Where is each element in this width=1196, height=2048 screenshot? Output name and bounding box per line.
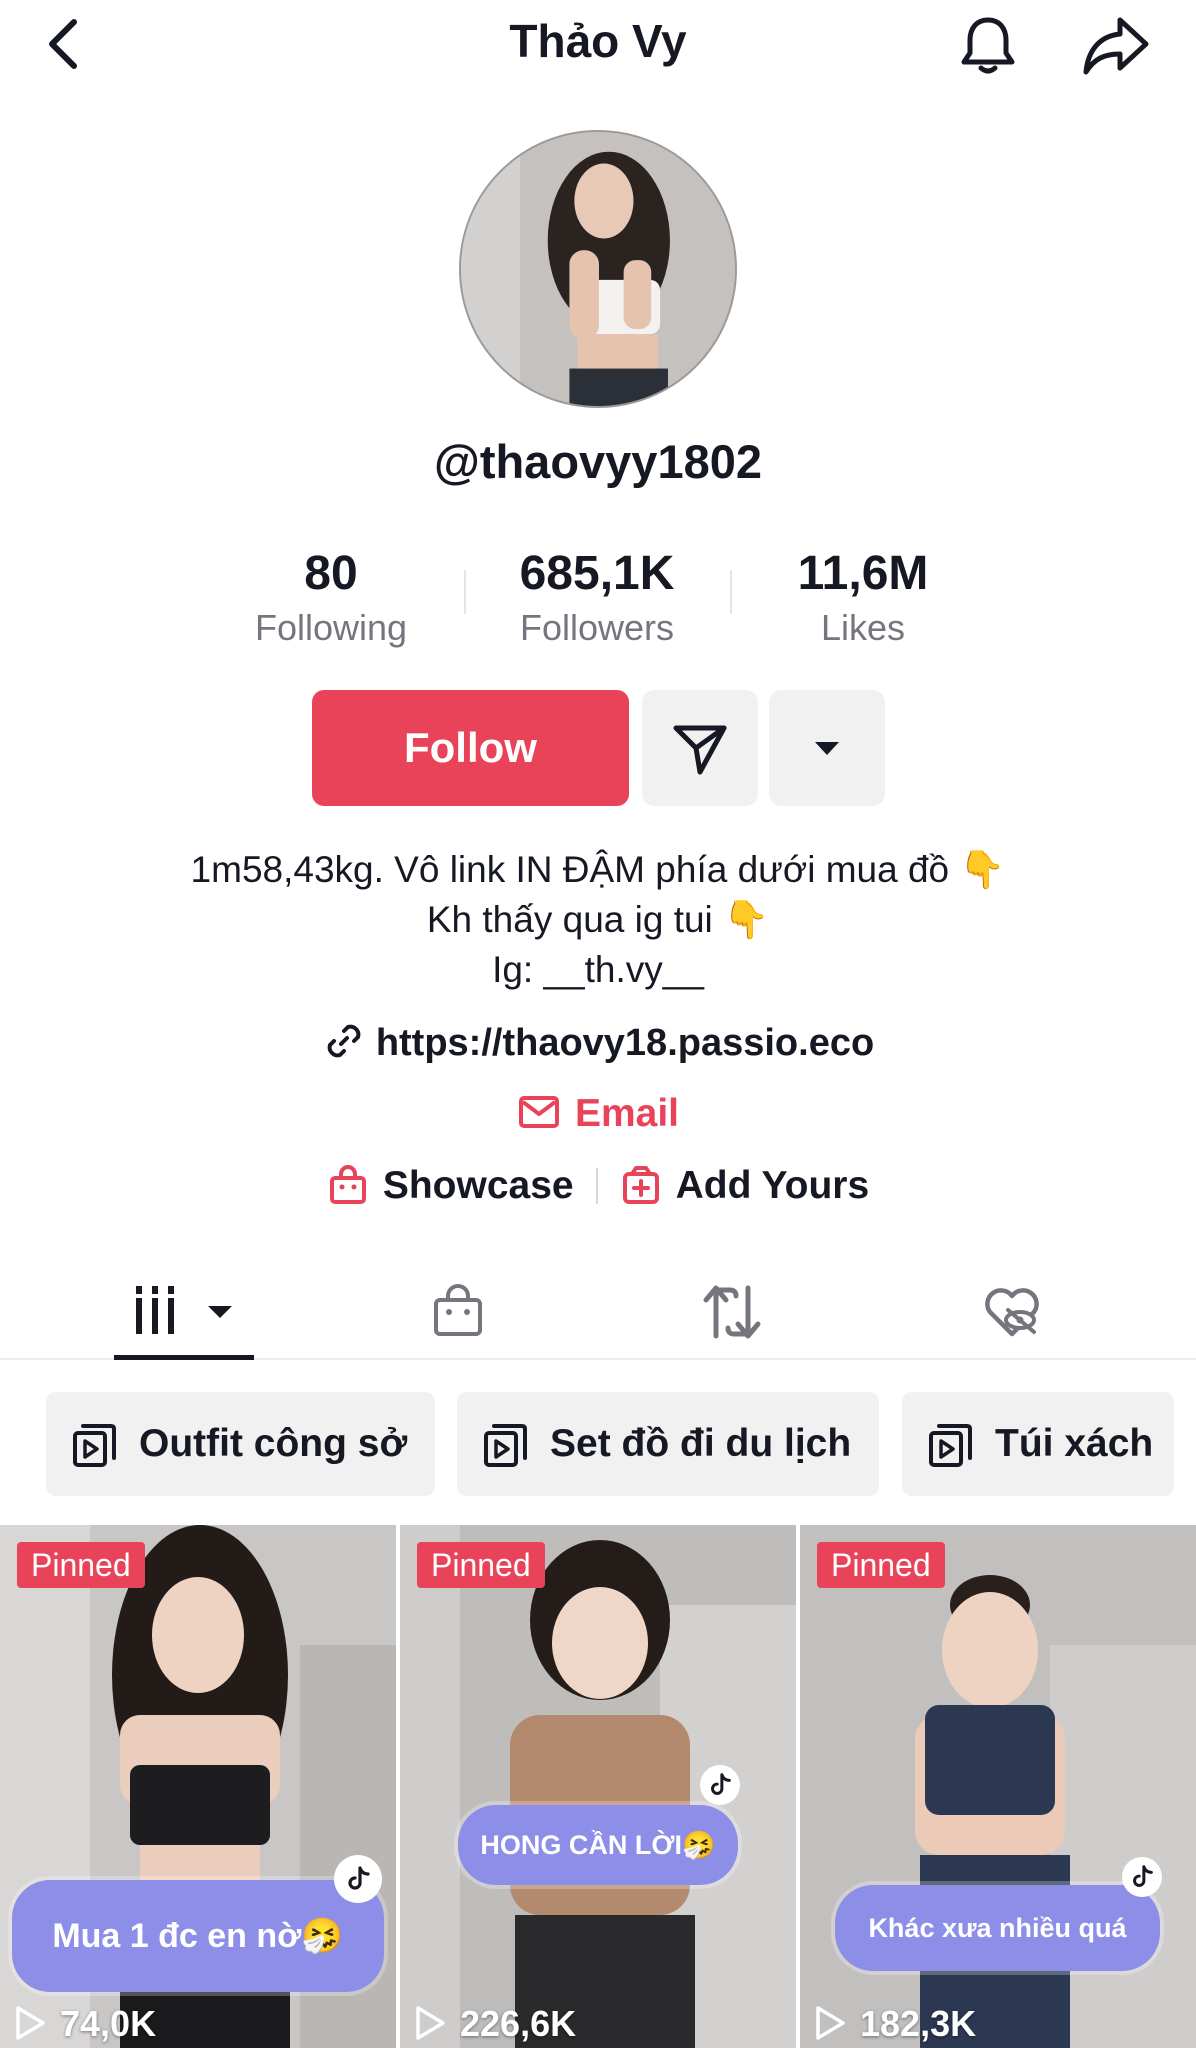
view-count: 182,3K	[814, 2002, 976, 2046]
stat-divider	[730, 570, 732, 614]
likes-label: Likes	[820, 607, 906, 648]
email-label: Email	[574, 1092, 680, 1135]
caret-down-icon	[815, 742, 839, 755]
tiktok-icon	[1122, 1857, 1162, 1897]
followers-label: Followers	[519, 607, 675, 648]
username: @thaovyy1802	[433, 435, 762, 488]
message-button[interactable]	[642, 690, 758, 806]
view-count-text: 74,0K	[60, 2003, 157, 2044]
playlist-chip[interactable]: Set đồ đi du lịch	[457, 1392, 879, 1496]
profile-stats: 80 Following 685,1K Followers 11,6M Like…	[0, 545, 1196, 655]
bio: 1m58,43kg. Vô link IN ĐẬM phía dưới mua …	[0, 845, 1196, 995]
video-thumbnail[interactable]: Pinned Khác xưa nhiều quá 182,3K	[800, 1525, 1196, 2048]
playlist-icon	[484, 1424, 527, 1467]
bio-link[interactable]: https://thaovy18.passio.eco	[0, 1015, 1196, 1071]
video-thumbnail[interactable]: Pinned HONG CẦN LỜI🤧 226,6K	[400, 1525, 796, 2048]
tab-reposts[interactable]	[700, 1260, 772, 1358]
tiktok-icon	[700, 1765, 740, 1805]
playlist-label: Outfit công sở	[139, 1422, 408, 1465]
playlist-row: Outfit công sở Set đồ đi du lịch Túi xác…	[0, 1392, 1196, 1496]
playlist-chip[interactable]: Outfit công sở	[46, 1392, 435, 1496]
followers-count: 685,1K	[519, 547, 675, 600]
grid-icon	[136, 1286, 232, 1334]
video-caption-sticker: HONG CẦN LỜI🤧	[458, 1805, 738, 1885]
more-options-button[interactable]	[769, 690, 885, 806]
playlist-label: Túi xách	[995, 1422, 1154, 1465]
avatar[interactable]	[459, 130, 737, 408]
video-thumbnail[interactable]: Pinned Mua 1 đc en nờ🤧 74,0K	[0, 1525, 396, 2048]
view-count-text: 182,3K	[860, 2003, 977, 2044]
add-yours-label: Add Yours	[675, 1163, 870, 1207]
tiktok-icon	[334, 1855, 382, 1903]
active-tab-indicator	[114, 1355, 254, 1360]
tab-liked[interactable]	[980, 1260, 1052, 1358]
bell-icon[interactable]	[955, 12, 1021, 78]
bio-link-text[interactable]: https://thaovy18.passio.eco	[376, 1022, 874, 1064]
extras-divider	[595, 1167, 598, 1204]
add-yours-button[interactable]: Add Yours	[620, 1159, 870, 1213]
play-icon	[416, 2006, 445, 2040]
video-grid: Pinned Mua 1 đc en nờ🤧 74,0K Pinned HONG…	[0, 1525, 1196, 2048]
showcase-button[interactable]: Showcase	[327, 1159, 574, 1213]
bio-line: Kh thấy qua ig tui 👇	[426, 899, 770, 940]
stat-likes[interactable]: 11,6M Likes	[753, 545, 973, 653]
playlist-icon	[73, 1424, 116, 1467]
pinned-badge: Pinned	[17, 1542, 145, 1588]
following-count: 80	[304, 547, 358, 600]
shopping-bag-icon	[329, 1164, 366, 1204]
showcase-label: Showcase	[382, 1163, 574, 1207]
repost-icon	[703, 1285, 761, 1339]
tab-videos[interactable]	[114, 1260, 254, 1360]
hidden-heart-icon	[985, 1288, 1039, 1337]
profile-extras: Showcase Add Yours	[0, 1157, 1196, 1213]
content-tabs	[0, 1260, 1196, 1360]
link-icon	[327, 1024, 361, 1058]
tab-shop[interactable]	[430, 1260, 490, 1358]
stat-divider	[464, 570, 466, 614]
video-caption-sticker: Khác xưa nhiều quá	[835, 1885, 1160, 1971]
playlist-label: Set đồ đi du lịch	[550, 1422, 852, 1465]
bio-line: Ig: __th.vy__	[492, 949, 704, 990]
view-count: 226,6K	[414, 2002, 576, 2046]
playlist-chip[interactable]: Túi xách	[902, 1392, 1174, 1496]
stat-followers[interactable]: 685,1K Followers	[487, 545, 707, 653]
email-button[interactable]: Email	[0, 1087, 1196, 1141]
mail-icon	[518, 1096, 559, 1128]
top-bar: Thảo Vy	[0, 0, 1196, 90]
send-icon	[673, 725, 727, 775]
pinned-badge: Pinned	[817, 1542, 945, 1588]
bio-line: 1m58,43kg. Vô link IN ĐẬM phía dưới mua …	[190, 849, 1006, 890]
pinned-badge: Pinned	[417, 1542, 545, 1588]
likes-count: 11,6M	[797, 547, 929, 600]
view-count: 74,0K	[14, 2002, 156, 2046]
video-caption-sticker: Mua 1 đc en nờ🤧	[12, 1880, 384, 1992]
follow-button[interactable]: Follow	[312, 690, 629, 806]
shopping-bag-icon	[434, 1284, 482, 1336]
playlist-icon	[929, 1424, 972, 1467]
play-icon	[16, 2006, 45, 2040]
view-count-text: 226,6K	[460, 2003, 577, 2044]
play-icon	[816, 2006, 845, 2040]
add-yours-icon	[622, 1165, 659, 1204]
stat-following[interactable]: 80 Following	[221, 545, 441, 653]
share-icon[interactable]	[1080, 14, 1152, 78]
following-label: Following	[254, 607, 408, 648]
